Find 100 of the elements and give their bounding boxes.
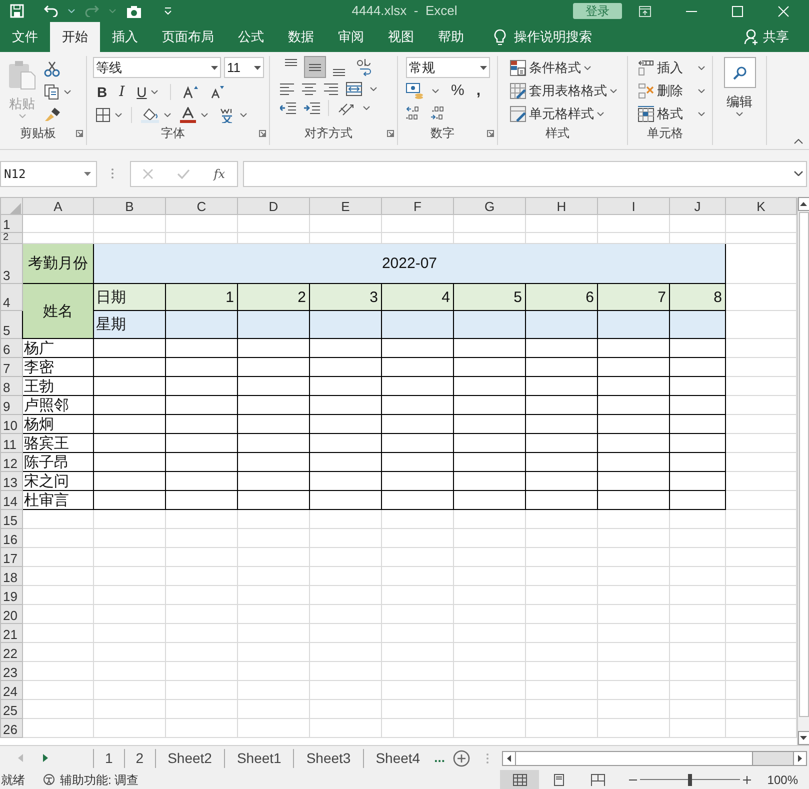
align-right-icon[interactable]: [324, 83, 338, 95]
drag-handle-icon[interactable]: [111, 168, 114, 179]
zoom-level[interactable]: 100%: [767, 770, 809, 788]
comma-style-button[interactable]: ,: [476, 80, 481, 102]
caret-icon[interactable]: [240, 113, 247, 117]
caret-icon[interactable]: [370, 87, 377, 91]
copy-icon[interactable]: [44, 84, 59, 100]
phonetic-guide-icon[interactable]: [219, 107, 235, 123]
name-box[interactable]: N12: [0, 160, 97, 186]
zoom-slider-thumb[interactable]: [688, 774, 692, 786]
shrink-font-icon[interactable]: [210, 85, 225, 99]
caret-icon[interactable]: [698, 112, 705, 116]
user-icon[interactable]: [744, 29, 759, 45]
sheet-tab[interactable]: 1: [93, 748, 124, 768]
ribbon-tab[interactable]: 数据: [276, 22, 326, 52]
ribbon-tab[interactable]: 审阅: [326, 22, 376, 52]
add-sheet-icon[interactable]: [452, 750, 470, 766]
share-button[interactable]: 共享: [763, 27, 789, 47]
tell-me-search[interactable]: 操作说明搜索: [514, 27, 592, 47]
increase-indent-icon[interactable]: [304, 102, 320, 114]
caret-icon[interactable]: [480, 66, 487, 70]
cell-style-icon[interactable]: [510, 106, 526, 122]
minimize-icon[interactable]: [686, 10, 696, 12]
caret-icon[interactable]: [363, 106, 370, 110]
sheet-tab[interactable]: Sheet1: [224, 748, 294, 768]
table-style-icon[interactable]: [510, 83, 526, 99]
close-icon[interactable]: [778, 6, 788, 16]
caret-icon[interactable]: [254, 66, 261, 70]
normal-view-button[interactable]: [500, 770, 540, 789]
middle-align-button[interactable]: [304, 56, 326, 78]
sheet-tab[interactable]: Sheet4: [362, 748, 432, 768]
ribbon-command[interactable]: 套用表格格式: [529, 81, 607, 101]
sheet-tab[interactable]: Sheet2: [154, 748, 224, 768]
merge-center-icon[interactable]: [346, 82, 362, 96]
caret-icon[interactable]: [736, 112, 743, 116]
caret-icon[interactable]: [115, 113, 122, 117]
lightbulb-icon[interactable]: [494, 28, 506, 46]
format-painter-icon[interactable]: [44, 107, 60, 122]
scroll-down-icon[interactable]: [800, 736, 807, 740]
scroll-right-icon[interactable]: [798, 754, 802, 762]
scroll-right-icon[interactable]: [43, 754, 48, 762]
expand-icon[interactable]: [794, 171, 803, 176]
drag-handle-icon[interactable]: [486, 752, 489, 764]
dialog-launcher-icon[interactable]: [259, 130, 266, 136]
caret-icon[interactable]: [68, 9, 75, 13]
font-color-icon[interactable]: [180, 107, 196, 123]
conditional-format-icon[interactable]: [510, 60, 526, 76]
delete-cells-icon[interactable]: [638, 83, 654, 99]
scroll-up-icon[interactable]: [800, 202, 807, 206]
accounting-format-icon[interactable]: [406, 83, 424, 99]
dialog-launcher-icon[interactable]: [487, 130, 494, 136]
ribbon-tab[interactable]: 公式: [226, 22, 276, 52]
wrap-text-icon[interactable]: [356, 58, 372, 76]
fill-color-icon[interactable]: [141, 107, 159, 123]
accessibility-icon[interactable]: [42, 773, 56, 786]
undo-icon[interactable]: [44, 5, 58, 17]
zoom-slider[interactable]: [640, 774, 740, 786]
align-left-icon[interactable]: [280, 83, 294, 95]
italic-button[interactable]: I: [119, 82, 125, 102]
horizontal-scrollbar[interactable]: [502, 750, 807, 766]
font-size-dropdown[interactable]: 11: [224, 57, 264, 78]
sheet-tab[interactable]: Sheet3: [293, 748, 363, 768]
ribbon-tab[interactable]: 帮助: [426, 22, 476, 52]
ribbon-command[interactable]: 格式: [657, 104, 695, 124]
ribbon-tab[interactable]: 开始: [50, 22, 100, 52]
percent-style-button[interactable]: %: [451, 80, 464, 102]
caret-icon[interactable]: [150, 90, 158, 94]
caret-icon[interactable]: [698, 89, 705, 93]
caret-icon[interactable]: [584, 66, 591, 70]
insert-function-button[interactable]: fx: [214, 164, 226, 182]
caret-icon[interactable]: [64, 90, 71, 94]
caret-icon[interactable]: [164, 113, 171, 117]
scroll-left-icon[interactable]: [506, 754, 511, 762]
more-sheets-button[interactable]: ...: [434, 752, 445, 764]
caret-icon[interactable]: [610, 89, 617, 93]
ribbon-command[interactable]: 条件格式: [529, 58, 581, 78]
find-button[interactable]: [724, 57, 756, 88]
caret-icon[interactable]: [211, 66, 218, 70]
editing-button[interactable]: 编辑: [726, 92, 752, 112]
align-center-icon[interactable]: [302, 83, 316, 95]
format-cells-icon[interactable]: [638, 106, 654, 122]
dialog-launcher-icon[interactable]: [387, 130, 394, 136]
formula-input[interactable]: [243, 160, 807, 186]
caret-icon[interactable]: [432, 89, 439, 93]
accessibility-status[interactable]: 辅助功能: 调查: [60, 770, 139, 788]
bold-button[interactable]: B: [97, 82, 108, 102]
increase-decimal-icon[interactable]: [406, 106, 420, 120]
clipboard-icon[interactable]: [8, 60, 36, 90]
scissors-icon[interactable]: [44, 61, 60, 77]
camera-icon[interactable]: [126, 4, 142, 18]
caret-icon[interactable]: [84, 172, 91, 176]
grow-font-icon[interactable]: [182, 85, 199, 99]
zoom-in-icon[interactable]: [743, 776, 752, 784]
collapse-ribbon-icon[interactable]: [794, 139, 803, 144]
ribbon-command[interactable]: 插入: [657, 58, 695, 78]
dialog-launcher-icon[interactable]: [76, 130, 83, 136]
sheet-tab[interactable]: 2: [124, 748, 155, 768]
number-format-dropdown[interactable]: 常规: [406, 57, 490, 78]
decrease-indent-icon[interactable]: [280, 102, 296, 114]
vertical-scrollbar[interactable]: [797, 197, 809, 745]
